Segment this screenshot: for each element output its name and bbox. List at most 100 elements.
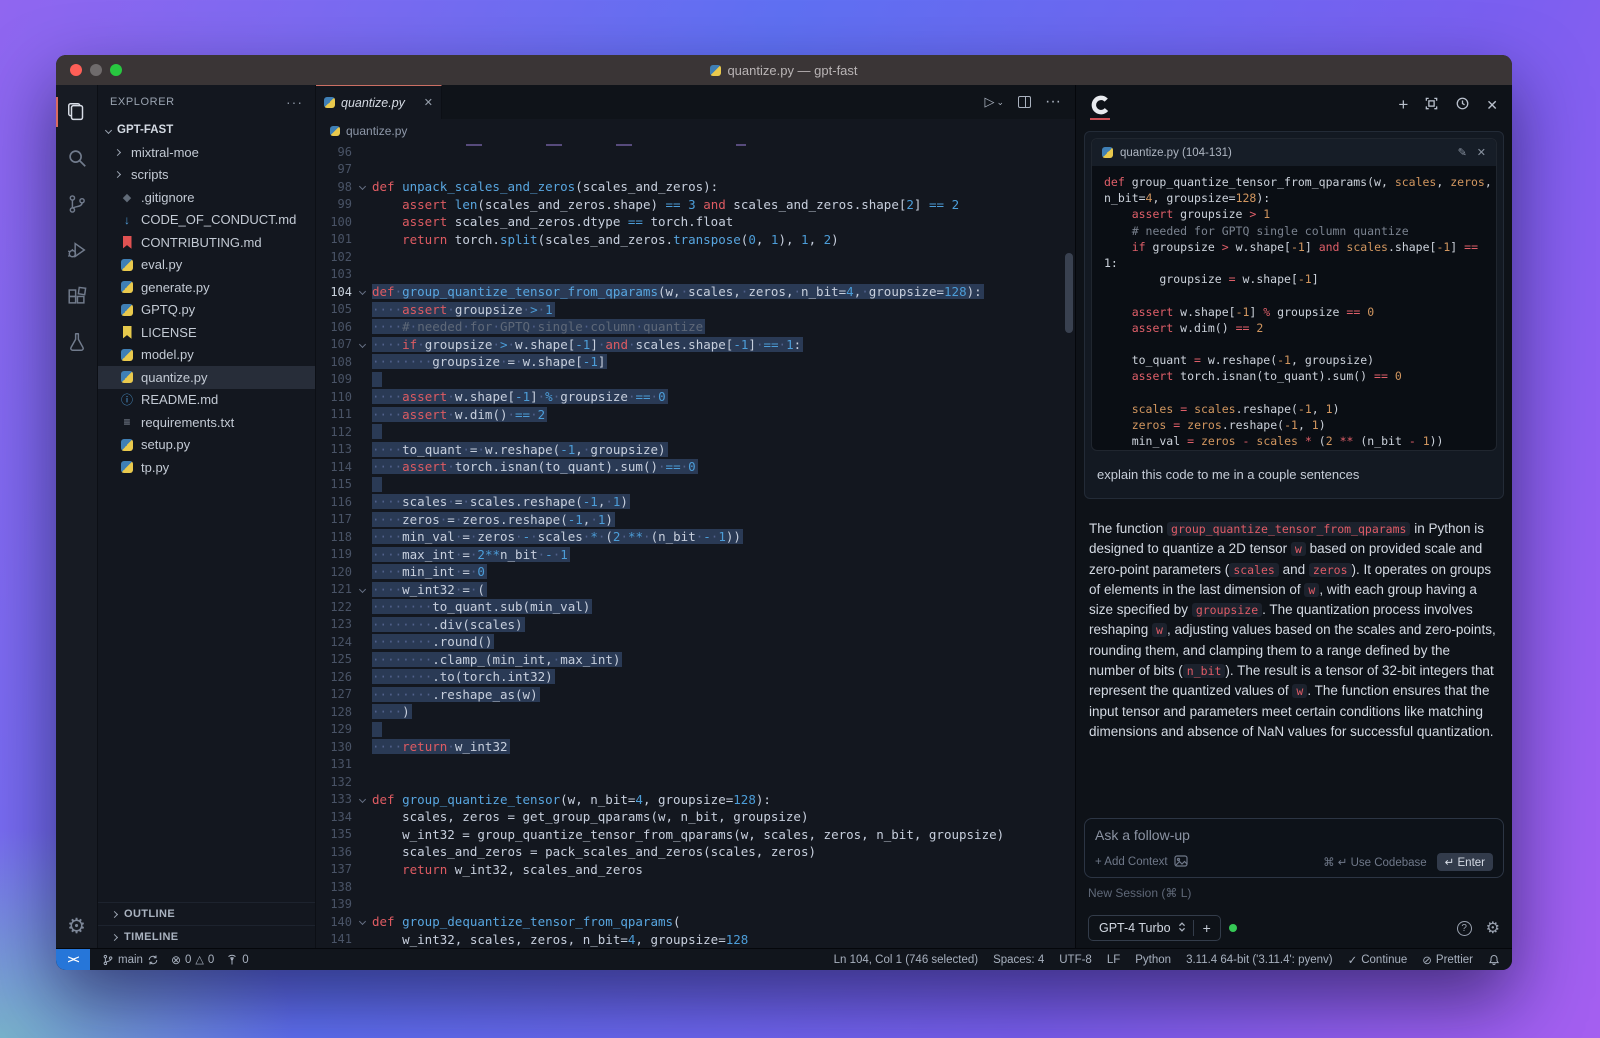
code-line[interactable]: 98def unpack_scales_and_zeros(scales_and… bbox=[316, 178, 1075, 196]
fold-chevron-icon[interactable] bbox=[352, 289, 372, 294]
activity-item-testing[interactable] bbox=[56, 319, 98, 365]
code-line[interactable]: 124········.round() bbox=[316, 633, 1075, 651]
code-line[interactable]: 115 bbox=[316, 476, 1075, 494]
code-line[interactable]: 121····w_int32·=·( bbox=[316, 581, 1075, 599]
code-line[interactable]: 126········.to(torch.int32) bbox=[316, 668, 1075, 686]
split-editor-icon[interactable] bbox=[1018, 96, 1031, 108]
enter-button[interactable]: ↵ Enter bbox=[1437, 853, 1493, 871]
code-line[interactable]: 130····return·w_int32 bbox=[316, 738, 1075, 756]
file-row[interactable]: GPTQ.py bbox=[98, 299, 315, 322]
fold-chevron-icon[interactable] bbox=[352, 184, 372, 189]
encoding-setting[interactable]: UTF-8 bbox=[1059, 954, 1092, 966]
add-model-button[interactable]: + bbox=[1193, 920, 1220, 936]
editor-more-actions-icon[interactable]: ··· bbox=[1045, 93, 1061, 111]
code-line[interactable]: 104def·group_quantize_tensor_from_qparam… bbox=[316, 283, 1075, 301]
language-mode[interactable]: Python bbox=[1135, 954, 1171, 966]
code-line[interactable]: 103 bbox=[316, 266, 1075, 284]
new-session-hint[interactable]: New Session (⌘ L) bbox=[1084, 878, 1504, 908]
activity-item-settings-gear-icon[interactable]: ⚙ bbox=[56, 904, 98, 948]
followup-input[interactable] bbox=[1095, 827, 1493, 843]
code-line[interactable]: 135 w_int32 = group_quantize_tensor_from… bbox=[316, 826, 1075, 844]
tab-quantize-py[interactable]: quantize.py ✕ bbox=[316, 85, 442, 119]
code-line[interactable]: 136 scales_and_zeros = pack_scales_and_z… bbox=[316, 843, 1075, 861]
code-line[interactable]: 132 bbox=[316, 773, 1075, 791]
notifications-bell-icon[interactable] bbox=[1488, 954, 1500, 966]
git-branch-item[interactable]: main bbox=[102, 954, 159, 966]
code-line[interactable]: 138 bbox=[316, 878, 1075, 896]
maximize-window-button[interactable] bbox=[110, 64, 122, 76]
code-line[interactable]: 114····assert·torch.isnan(to_quant).sum(… bbox=[316, 458, 1075, 476]
code-line[interactable]: 110····assert·w.shape[-1]·%·groupsize·==… bbox=[316, 388, 1075, 406]
code-line[interactable]: 107····if·groupsize·>·w.shape[-1]·and·sc… bbox=[316, 336, 1075, 354]
file-row[interactable]: scripts bbox=[98, 164, 315, 187]
code-line[interactable]: 105····assert·groupsize·>·1 bbox=[316, 301, 1075, 319]
code-line[interactable]: 111····assert·w.dim()·==·2 bbox=[316, 406, 1075, 424]
explorer-root-folder[interactable]: GPT-FAST bbox=[98, 119, 315, 141]
file-row[interactable]: model.py bbox=[98, 344, 315, 367]
code-line[interactable]: 125········.clamp_(min_int,·max_int) bbox=[316, 651, 1075, 669]
image-icon[interactable] bbox=[1174, 855, 1188, 870]
explorer-more-actions-icon[interactable]: ··· bbox=[286, 94, 303, 110]
activity-item-search[interactable] bbox=[56, 135, 98, 181]
close-window-button[interactable] bbox=[70, 64, 82, 76]
code-line[interactable]: 100 assert scales_and_zeros.dtype == tor… bbox=[316, 213, 1075, 231]
run-file-button[interactable]: ▷ ⌄ bbox=[984, 94, 1004, 110]
activity-item-extensions[interactable] bbox=[56, 273, 98, 319]
outline-section[interactable]: OUTLINE bbox=[98, 902, 315, 925]
cursor-position[interactable]: Ln 104, Col 1 (746 selected) bbox=[834, 954, 978, 966]
code-line[interactable]: 116····scales·=·scales.reshape(-1,·1) bbox=[316, 493, 1075, 511]
code-line[interactable]: 134 scales, zeros = get_group_qparams(w,… bbox=[316, 808, 1075, 826]
activity-item-explorer[interactable] bbox=[56, 89, 98, 135]
minimize-window-button[interactable] bbox=[90, 64, 102, 76]
settings-gear-icon[interactable]: ⚙ bbox=[1486, 918, 1500, 938]
problems-item[interactable]: ⊗0 △0 bbox=[171, 953, 214, 967]
remove-context-icon[interactable]: ✕ bbox=[1477, 146, 1486, 159]
file-row[interactable]: mixtral-moe bbox=[98, 141, 315, 164]
model-selector[interactable]: GPT-4 Turbo + bbox=[1088, 915, 1221, 941]
file-row[interactable]: eval.py bbox=[98, 254, 315, 277]
code-line[interactable]: 133def group_quantize_tensor(w, n_bit=4,… bbox=[316, 791, 1075, 809]
fold-chevron-icon[interactable] bbox=[352, 797, 372, 802]
code-line[interactable]: 112 bbox=[316, 423, 1075, 441]
file-row[interactable]: ⓘREADME.md bbox=[98, 389, 315, 412]
file-row[interactable]: ↓CODE_OF_CONDUCT.md bbox=[98, 209, 315, 232]
close-tab-icon[interactable]: ✕ bbox=[424, 96, 433, 109]
code-line[interactable]: 128····) bbox=[316, 703, 1075, 721]
indentation-setting[interactable]: Spaces: 4 bbox=[993, 954, 1044, 966]
code-line[interactable]: 109 bbox=[316, 371, 1075, 389]
code-line[interactable]: 113····to_quant·=·w.reshape(-1,·groupsiz… bbox=[316, 441, 1075, 459]
code-line[interactable]: 141 w_int32, scales, zeros, n_bit=4, gro… bbox=[316, 931, 1075, 949]
code-line[interactable]: 140def group_dequantize_tensor_from_qpar… bbox=[316, 913, 1075, 931]
edit-icon[interactable]: ✎ bbox=[1458, 146, 1467, 159]
code-line[interactable]: 96 bbox=[316, 143, 1075, 161]
fold-chevron-icon[interactable] bbox=[352, 919, 372, 924]
fold-chevron-icon[interactable] bbox=[352, 587, 372, 592]
timeline-section[interactable]: TIMELINE bbox=[98, 925, 315, 948]
code-editor[interactable]: 969798def unpack_scales_and_zeros(scales… bbox=[316, 143, 1075, 948]
eol-setting[interactable]: LF bbox=[1107, 954, 1120, 966]
new-session-icon[interactable]: + bbox=[1398, 95, 1408, 115]
close-panel-icon[interactable]: ✕ bbox=[1486, 97, 1498, 114]
code-line[interactable]: 122········to_quant.sub(min_val) bbox=[316, 598, 1075, 616]
activity-item-source-control[interactable] bbox=[56, 181, 98, 227]
use-codebase-hint[interactable]: ⌘ ↵ Use Codebase bbox=[1323, 855, 1427, 869]
activity-item-run-debug[interactable] bbox=[56, 227, 98, 273]
file-row[interactable]: LICENSE bbox=[98, 321, 315, 344]
continue-logo-icon[interactable] bbox=[1090, 90, 1112, 120]
breadcrumb[interactable]: quantize.py bbox=[316, 119, 1075, 143]
help-icon[interactable]: ? bbox=[1457, 921, 1472, 936]
code-line[interactable]: 101 return torch.split(scales_and_zeros.… bbox=[316, 231, 1075, 249]
code-line[interactable]: 102 bbox=[316, 248, 1075, 266]
file-row[interactable]: ≡requirements.txt bbox=[98, 411, 315, 434]
file-row[interactable]: tp.py bbox=[98, 456, 315, 479]
code-line[interactable]: 123········.div(scales) bbox=[316, 616, 1075, 634]
code-line[interactable]: 108········groupsize·=·w.shape[-1] bbox=[316, 353, 1075, 371]
code-line[interactable]: 120····min_int·=·0 bbox=[316, 563, 1075, 581]
code-line[interactable]: 139 bbox=[316, 896, 1075, 914]
code-line[interactable]: 97 bbox=[316, 161, 1075, 179]
prettier-status[interactable]: ⊘ Prettier bbox=[1422, 953, 1473, 967]
file-row[interactable]: ◆.gitignore bbox=[98, 186, 315, 209]
python-interpreter[interactable]: 3.11.4 64-bit ('3.11.4': pyenv) bbox=[1186, 954, 1333, 966]
ports-item[interactable]: 0 bbox=[226, 954, 248, 966]
fold-chevron-icon[interactable] bbox=[352, 342, 372, 347]
